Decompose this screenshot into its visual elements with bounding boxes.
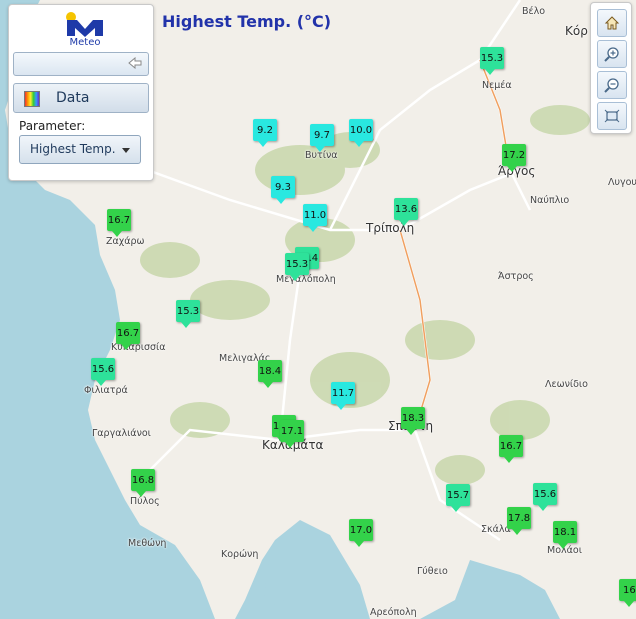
station-marker[interactable]: 17.2 — [502, 144, 526, 172]
station-marker[interactable]: 15.3 — [176, 300, 200, 328]
station-marker[interactable]: 17.0 — [349, 519, 373, 547]
place-label: Ζαχάρω — [106, 236, 145, 247]
zoom-in-icon — [604, 47, 619, 62]
place-label: Άστρος — [498, 271, 534, 282]
place-label: Κόρ — [565, 24, 588, 38]
station-marker[interactable]: 13.6 — [394, 198, 418, 226]
place-label: Γαργαλιάνοι — [92, 428, 151, 439]
station-marker[interactable]: 15.3 — [285, 253, 309, 281]
home-button[interactable] — [597, 9, 627, 37]
station-marker[interactable]: 16.7 — [499, 435, 523, 463]
chevron-down-icon — [122, 148, 130, 153]
station-marker[interactable]: 18.4 — [258, 360, 282, 388]
meteo-logo: Meteo — [62, 11, 108, 49]
station-marker[interactable]: 15.3 — [480, 47, 504, 75]
place-label: Ναύπλιο — [530, 195, 570, 206]
station-marker[interactable]: 18.3 — [401, 407, 425, 435]
station-marker[interactable]: 9.2 — [253, 119, 277, 147]
place-label: Πύλος — [130, 496, 160, 507]
place-label: Αρεόπολη — [370, 607, 417, 618]
station-marker[interactable]: 17.8 — [507, 507, 531, 535]
place-label: Φιλιατρά — [84, 385, 128, 396]
zoom-out-icon — [604, 78, 619, 93]
arrow-left-icon — [128, 57, 142, 69]
parameter-select-value: Highest Temp. — [30, 142, 116, 156]
place-label: Γύθειο — [417, 566, 448, 577]
station-marker[interactable]: 16.7 — [107, 209, 131, 237]
place-label: Λυγου — [608, 177, 636, 188]
zoom-in-button[interactable] — [597, 40, 627, 68]
parameter-label: Parameter: — [19, 119, 86, 133]
data-button-label: Data — [56, 90, 90, 106]
map-toolbar — [590, 2, 632, 134]
full-extent-button[interactable] — [597, 102, 627, 130]
data-button[interactable]: Data — [13, 83, 149, 113]
place-label: Μεγαλόπολη — [276, 274, 336, 285]
full-extent-icon — [604, 109, 620, 123]
station-marker[interactable]: 18.1 — [553, 521, 577, 549]
color-scale-icon — [24, 91, 40, 107]
station-marker[interactable]: 16.8 — [131, 469, 155, 497]
home-icon — [604, 16, 620, 30]
logo-text: Meteo — [69, 37, 101, 48]
station-marker[interactable]: 9.3 — [271, 176, 295, 204]
map-title: Highest Temp. (°C) — [162, 12, 332, 31]
station-marker[interactable]: 16. — [619, 579, 636, 607]
parameter-select[interactable]: Highest Temp. — [19, 135, 141, 164]
station-marker[interactable]: 10.0 — [349, 119, 373, 147]
station-marker[interactable]: 15.6 — [533, 483, 557, 511]
control-panel: Meteo Data Parameter: Highest Temp. — [8, 4, 154, 181]
place-label: Μεθώνη — [128, 538, 167, 549]
station-marker[interactable]: 15.7 — [446, 484, 470, 512]
station-marker[interactable]: 11.0 — [303, 204, 327, 232]
station-marker[interactable]: 17.1 — [280, 420, 304, 448]
place-label: Λεωνίδιο — [545, 379, 588, 390]
station-marker[interactable]: 11.7 — [331, 382, 355, 410]
collapse-panel-button[interactable] — [13, 52, 149, 76]
zoom-out-button[interactable] — [597, 71, 627, 99]
station-marker[interactable]: 15.6 — [91, 358, 115, 386]
station-marker[interactable]: 9.7 — [310, 124, 334, 152]
place-label: Κορώνη — [221, 549, 259, 560]
place-label: Βέλο — [522, 6, 546, 17]
station-marker[interactable]: 16.7 — [116, 322, 140, 350]
place-label: Νεμέα — [482, 80, 512, 91]
